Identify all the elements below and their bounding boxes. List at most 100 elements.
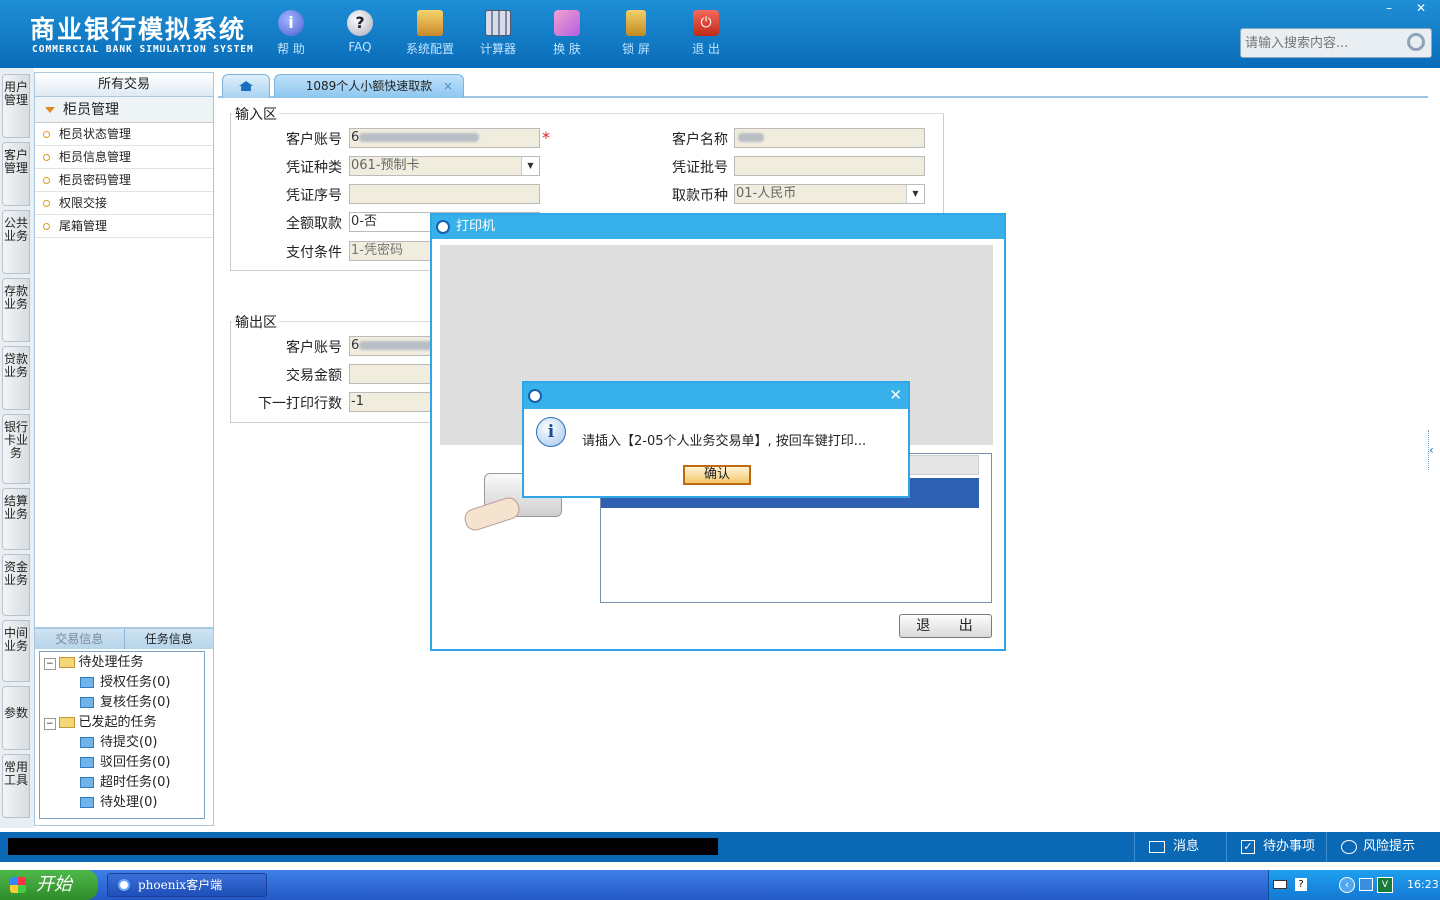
module-tab-params[interactable]: 参数 <box>2 686 30 750</box>
ok-button[interactable]: 确认 <box>683 465 751 485</box>
module-tab-public[interactable]: 公共业务 <box>2 210 30 274</box>
printer-exit-button[interactable]: 退 出 <box>899 614 992 638</box>
config-label: 系统配置 <box>405 42 454 56</box>
toolbox-icon <box>417 10 443 36</box>
next-line-value: -1 <box>351 394 364 409</box>
tree-node-timeout[interactable]: 超时任务(0) <box>40 773 204 793</box>
taskbar-app-phoenix[interactable]: phoenix客户端 <box>107 873 267 897</box>
home-icon <box>239 81 253 91</box>
module-tab-deposit[interactable]: 存款业务 <box>2 278 30 342</box>
antivirus-icon[interactable]: V <box>1377 877 1393 893</box>
sidebar-item-teller-password[interactable]: 柜员密码管理 <box>35 169 213 192</box>
skin-label: 换 肤 <box>553 42 581 56</box>
tab-transaction-info[interactable]: 交易信息 <box>35 629 125 649</box>
module-tab-customer[interactable]: 客户管理 <box>2 142 30 206</box>
skin-button[interactable]: 换 肤 <box>539 6 595 62</box>
shirt-icon <box>554 10 580 36</box>
close-window-button[interactable]: ✕ <box>1406 0 1436 18</box>
out-account-prefix: 6 <box>351 338 360 353</box>
voucher-type-select[interactable]: 061-预制卡 ▼ <box>349 156 540 176</box>
calculator-button[interactable]: 计算器 <box>470 6 526 62</box>
envelope-icon <box>1149 840 1165 853</box>
sidebar-item-teller-status[interactable]: 柜员状态管理 <box>35 123 213 146</box>
sidebar-item-handover[interactable]: 权限交接 <box>35 192 213 215</box>
bullet-icon <box>43 200 50 207</box>
chevron-left-icon: ‹ <box>1429 443 1434 457</box>
sidebar-item-teller-info[interactable]: 柜员信息管理 <box>35 146 213 169</box>
module-tab-loan[interactable]: 贷款业务 <box>2 346 30 410</box>
risk-button[interactable]: 风险提示 <box>1326 832 1440 862</box>
tree-node-processing[interactable]: 待处理(0) <box>40 793 204 813</box>
network-icon[interactable] <box>1359 878 1373 891</box>
start-button[interactable]: 开始 <box>0 870 98 900</box>
minimize-button[interactable]: – <box>1374 0 1404 18</box>
dropdown-arrow-icon[interactable]: ▼ <box>906 185 924 203</box>
module-tab-user[interactable]: 用户管理 <box>2 74 30 138</box>
full-withdraw-value: 0-否 <box>351 214 377 229</box>
info-icon: i <box>536 417 566 447</box>
tree-node-initiated[interactable]: − 已发起的任务 <box>40 713 204 733</box>
system-config-button[interactable]: 系统配置 <box>402 6 458 62</box>
start-label: 开始 <box>36 874 72 895</box>
tree-node-label: 待处理任务 <box>78 655 144 670</box>
help-tray-icon[interactable]: ? <box>1295 878 1307 891</box>
bullet-icon <box>43 223 50 230</box>
tree-node-to-submit[interactable]: 待提交(0) <box>40 733 204 753</box>
required-mark: * <box>542 128 550 147</box>
sidebar-header[interactable]: 所有交易 <box>35 73 213 97</box>
bullet-icon <box>43 154 50 161</box>
tray-arrow-icon[interactable]: ‹ <box>1339 877 1355 893</box>
search-icon[interactable] <box>1407 33 1425 51</box>
exit-app-button[interactable]: ⏻ 退 出 <box>678 6 734 62</box>
voucher-batch-input[interactable] <box>734 156 925 176</box>
lock-icon <box>626 10 646 36</box>
sidebar-item-label: 柜员状态管理 <box>59 127 132 141</box>
messages-button[interactable]: 消息 <box>1134 832 1226 862</box>
sidebar-item-cash-box[interactable]: 尾箱管理 <box>35 215 213 238</box>
keyboard-icon[interactable] <box>1273 880 1287 889</box>
tree-node-pending[interactable]: − 待处理任务 <box>40 653 204 673</box>
help-button[interactable]: i 帮 助 <box>263 6 319 62</box>
currency-select[interactable]: 01-人民币 ▼ <box>734 184 925 204</box>
tab-close-icon[interactable]: × <box>443 75 453 97</box>
message-dialog-titlebar[interactable]: ✕ <box>524 383 908 409</box>
sidebar-group-teller[interactable]: 柜员管理 <box>35 97 213 123</box>
masked-value <box>738 133 764 142</box>
calculator-label: 计算器 <box>479 42 516 56</box>
task-icon <box>80 697 94 708</box>
account-label: 客户账号 <box>286 132 342 148</box>
collapse-handle[interactable]: ‹ <box>1428 430 1436 470</box>
lock-screen-button[interactable]: 锁 屏 <box>608 6 664 62</box>
module-tab-tools[interactable]: 常用工具 <box>2 754 30 818</box>
faq-button[interactable]: ? FAQ <box>332 6 388 62</box>
account-input[interactable]: 6 <box>349 128 540 148</box>
risk-label: 风险提示 <box>1363 839 1416 854</box>
tab-quick-withdrawal[interactable]: 1089个人小额快速取款 × <box>274 74 464 98</box>
windows-logo-icon <box>10 877 26 893</box>
triangle-down-icon <box>45 107 55 113</box>
app-subtitle: COMMERCIAL BANK SIMULATION SYSTEM <box>32 44 254 55</box>
dropdown-arrow-icon[interactable]: ▼ <box>521 157 539 175</box>
tree-node-label: 授权任务(0) <box>100 675 171 690</box>
customer-name-input[interactable] <box>734 128 925 148</box>
folder-open-icon <box>58 717 75 728</box>
module-tab-settlement[interactable]: 结算业务 <box>2 488 30 550</box>
bullet-icon <box>43 177 50 184</box>
todo-button[interactable]: ✓ 待办事项 <box>1226 832 1326 862</box>
tab-task-info[interactable]: 任务信息 <box>125 629 214 649</box>
tree-node-rejected[interactable]: 驳回任务(0) <box>40 753 204 773</box>
voucher-seq-input[interactable] <box>349 184 540 204</box>
tab-home[interactable] <box>222 74 270 98</box>
out-account-label: 客户账号 <box>286 340 342 356</box>
help-label: 帮 助 <box>277 42 305 56</box>
folder-open-icon <box>58 657 75 668</box>
module-tab-card[interactable]: 银行卡业务 <box>2 414 30 484</box>
dialog-close-icon[interactable]: ✕ <box>889 386 902 404</box>
tree-node-review[interactable]: 复核任务(0) <box>40 693 204 713</box>
tree-node-auth[interactable]: 授权任务(0) <box>40 673 204 693</box>
printer-dialog-titlebar[interactable]: 打印机 <box>432 215 1004 239</box>
module-tab-funds[interactable]: 资金业务 <box>2 554 30 616</box>
module-tab-intermediary[interactable]: 中间业务 <box>2 620 30 682</box>
search-input[interactable] <box>1241 29 1401 57</box>
voucher-batch-label: 凭证批号 <box>672 160 728 176</box>
